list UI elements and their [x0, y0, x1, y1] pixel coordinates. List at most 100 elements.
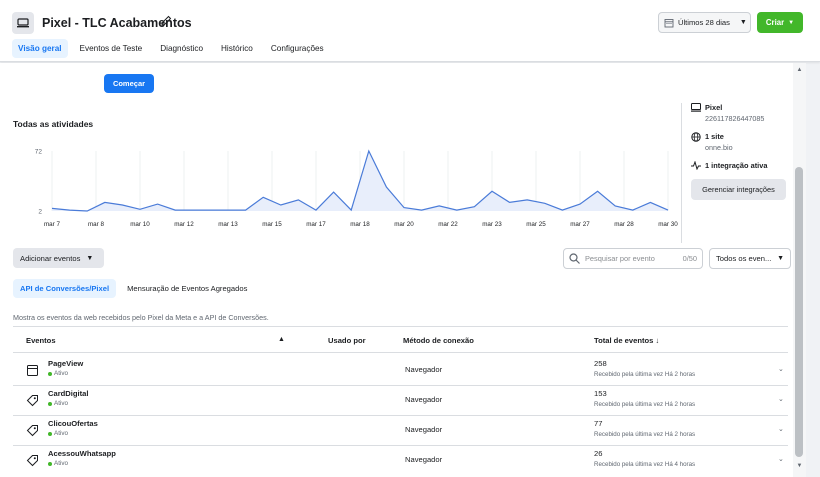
activity-chart-svg: 2 72 mar 7 mar 8 mar 10 mar 12 mar 13 mar 15 mar… — [35, 149, 679, 229]
divider — [13, 326, 788, 327]
events-table-header: Eventos ▲ Usado por Método de conexão To… — [13, 328, 788, 352]
pixel-id: 226117826447085 — [705, 114, 765, 123]
tab-conversions-api-pixel[interactable]: API de Conversões/Pixel — [13, 279, 117, 298]
monitor-icon — [691, 103, 701, 112]
add-events-button[interactable]: Adicionar eventos ▼ — [13, 248, 104, 268]
site-info-row: 1 site onne.bio — [691, 132, 791, 152]
event-name: CardDigital — [48, 389, 89, 398]
event-status: Ativo — [48, 370, 68, 377]
table-row[interactable]: AcessouWhatsapp Ativo Navegador 26 Receb… — [13, 445, 788, 475]
tag-icon — [26, 395, 38, 407]
header-used-by[interactable]: Usado por — [328, 336, 366, 345]
x-tick-label: mar 28 — [614, 221, 634, 228]
main-panel: Começar Todas as atividades 2 72 mar 7 mar … — [0, 63, 793, 477]
event-total: 26 — [594, 449, 603, 458]
chevron-down-icon[interactable]: ⌄ — [778, 395, 784, 403]
event-total: 258 — [594, 359, 607, 368]
edit-pencil-icon[interactable] — [160, 15, 172, 27]
events-description: Mostra os eventos da web recebidos pelo … — [13, 313, 269, 322]
event-last-received: Recebido pela última vez Há 2 horas — [594, 371, 696, 378]
pixel-icon — [12, 12, 34, 34]
add-events-label: Adicionar eventos — [20, 253, 81, 263]
search-char-count: 0/50 — [682, 254, 697, 263]
date-range-label: Últimos 28 dias — [678, 18, 730, 27]
x-tick-label: mar 17 — [306, 221, 326, 228]
event-status-label: Ativo — [54, 430, 68, 437]
event-name: PageView — [48, 359, 84, 368]
x-tick-label: mar 10 — [130, 221, 150, 228]
event-status-label: Ativo — [54, 460, 68, 467]
table-row[interactable]: PageView Ativo Navegador 258 Recebido pe… — [13, 355, 788, 385]
tab-history[interactable]: Histórico — [215, 39, 259, 58]
tab-aggregated-events[interactable]: Mensuração de Eventos Agregados — [120, 279, 254, 298]
table-row[interactable]: ClicouOfertas Ativo Navegador 77 Recebid… — [13, 415, 788, 445]
event-last-received: Recebido pela última vez Há 2 horas — [594, 401, 696, 408]
divider — [13, 352, 788, 353]
start-button[interactable]: Começar — [104, 74, 154, 93]
chevron-down-icon: ▼ — [739, 19, 747, 26]
chevron-down-icon: ▼ — [788, 19, 795, 26]
event-method: Navegador — [405, 425, 443, 434]
event-status: Ativo — [48, 430, 68, 437]
chevron-down-icon: ▼ — [86, 254, 94, 262]
table-row[interactable]: CardDigital Ativo Navegador 153 Recebido… — [13, 385, 788, 415]
tab-test-events[interactable]: Eventos de Teste — [74, 39, 149, 58]
manage-integrations-button[interactable]: Gerenciar integrações — [691, 179, 786, 200]
calendar-icon — [664, 18, 674, 27]
site-domain: onne.bio — [705, 143, 733, 152]
create-button[interactable]: Criar ▼ — [757, 12, 803, 33]
main-tabs: Visão geral Eventos de Teste Diagnóstico… — [12, 39, 330, 58]
search-placeholder: Pesquisar por evento — [585, 254, 655, 263]
chevron-down-icon[interactable]: ⌄ — [778, 425, 784, 433]
event-method: Navegador — [405, 395, 443, 404]
active-dot-icon — [48, 431, 52, 436]
event-status: Ativo — [48, 400, 68, 407]
scroll-down-icon[interactable]: ▼ — [795, 463, 804, 472]
x-tick-label: mar 22 — [438, 221, 458, 228]
header-events[interactable]: Eventos — [26, 336, 56, 345]
tag-icon — [26, 425, 38, 437]
event-name: ClicouOfertas — [48, 419, 98, 428]
event-total: 77 — [594, 419, 603, 428]
x-tick-label: mar 18 — [350, 221, 370, 228]
event-source-tabs: API de Conversões/Pixel Mensuração de Ev… — [13, 279, 254, 298]
globe-icon — [691, 132, 701, 142]
warning-icon: ▲ — [278, 336, 285, 343]
x-tick-label: mar 12 — [174, 221, 194, 228]
y-tick-label: 72 — [35, 149, 43, 156]
y-tick-label: 2 — [38, 209, 42, 216]
integration-count: 1 integração ativa — [705, 161, 768, 170]
pixel-label: Pixel — [705, 103, 723, 112]
chevron-down-icon[interactable]: ⌄ — [778, 365, 784, 373]
all-events-dropdown[interactable]: Todos os even... ▼ — [709, 248, 791, 269]
scrollbar[interactable]: ▲ ▼ — [793, 63, 806, 477]
event-status-label: Ativo — [54, 400, 68, 407]
tab-settings[interactable]: Configurações — [265, 39, 330, 58]
create-label: Criar — [765, 18, 785, 27]
activity-chart: 2 72 mar 7 mar 8 mar 10 mar 12 mar 13 mar 15 mar… — [0, 143, 680, 238]
search-icon — [569, 253, 580, 264]
page-icon — [27, 365, 38, 376]
activity-title: Todas as atividades — [13, 119, 94, 129]
tab-overview[interactable]: Visão geral — [12, 39, 68, 58]
x-tick-label: mar 20 — [394, 221, 414, 228]
activity-pulse-icon — [691, 161, 701, 170]
date-range-button[interactable]: Últimos 28 dias ▼ — [658, 12, 751, 33]
active-dot-icon — [48, 461, 52, 466]
page-header: Pixel - TLC Acabamentos Visão geral Even… — [0, 0, 820, 62]
tab-diagnostics[interactable]: Diagnóstico — [154, 39, 209, 58]
x-tick-label: mar 27 — [570, 221, 590, 228]
header-connection-method[interactable]: Método de conexão — [403, 336, 474, 345]
event-last-received: Recebido pela última vez Há 2 horas — [594, 431, 696, 438]
x-tick-label: mar 25 — [526, 221, 546, 228]
scrollbar-thumb[interactable] — [795, 167, 803, 457]
x-tick-label: mar 30 — [658, 221, 678, 228]
header-total-events[interactable]: Total de eventos ↓ — [594, 336, 659, 345]
event-last-received: Recebido pela última vez Há 4 horas — [594, 461, 696, 468]
event-status-label: Ativo — [54, 370, 68, 377]
event-search-input[interactable]: Pesquisar por evento 0/50 — [563, 248, 703, 269]
tag-icon — [26, 455, 38, 467]
scroll-up-icon[interactable]: ▲ — [795, 67, 804, 76]
chevron-down-icon[interactable]: ⌄ — [778, 455, 784, 463]
event-method: Navegador — [405, 365, 443, 374]
